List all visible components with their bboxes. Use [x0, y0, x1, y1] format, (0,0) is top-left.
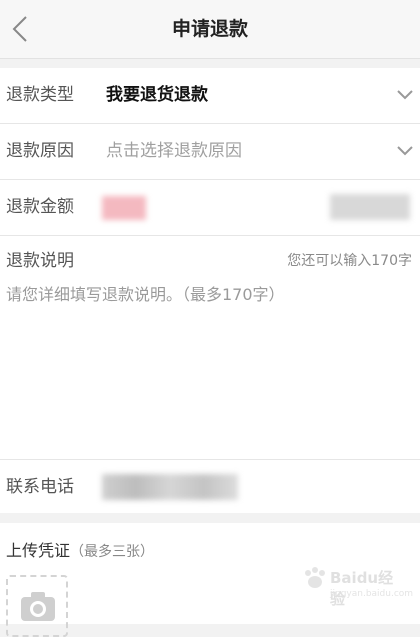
refund-reason-row[interactable]: 退款原因 点击选择退款原因	[0, 124, 420, 180]
char-count-hint: 您还可以输入170字	[287, 253, 412, 269]
refund-reason-placeholder: 点击选择退款原因	[106, 141, 242, 161]
watermark-text: Baidu经验	[330, 569, 394, 608]
phone-label: 联系电话	[6, 477, 74, 497]
refund-type-row[interactable]: 退款类型 我要退货退款	[0, 68, 420, 124]
refund-amount-row: 退款金额	[0, 180, 420, 236]
chevron-down-icon	[397, 90, 413, 100]
chevron-down-icon	[397, 146, 413, 156]
upload-hint: （最多三张）	[70, 544, 155, 560]
refund-type-value: 我要退货退款	[106, 85, 208, 105]
refund-amount-label: 退款金额	[6, 197, 74, 217]
refund-form: 退款类型 我要退货退款 退款原因 点击选择退款原因 退款金额 退款说明 您还可以…	[0, 68, 420, 513]
description-input[interactable]	[6, 282, 412, 452]
description-label: 退款说明	[6, 251, 74, 271]
phone-row[interactable]: 联系电话	[0, 459, 420, 514]
refund-amount-redacted	[102, 196, 146, 220]
refund-type-label: 退款类型	[6, 85, 74, 105]
upload-title: 上传凭证	[6, 541, 71, 560]
phone-input-redacted[interactable]	[102, 474, 238, 500]
watermark: Baidu经验 jingyan.baidu.com	[302, 563, 413, 609]
add-photo-button[interactable]	[6, 575, 68, 637]
refund-amount-note-redacted	[330, 194, 410, 220]
watermark-subtext: jingyan.baidu.com	[330, 589, 414, 599]
camera-icon	[21, 592, 55, 621]
upload-label: 上传凭证（最多三张）	[6, 537, 154, 561]
refund-reason-label: 退款原因	[6, 141, 74, 161]
nav-bar: 申请退款	[0, 0, 420, 59]
paw-logo-icon	[305, 567, 325, 588]
page-title: 申请退款	[171, 18, 248, 40]
